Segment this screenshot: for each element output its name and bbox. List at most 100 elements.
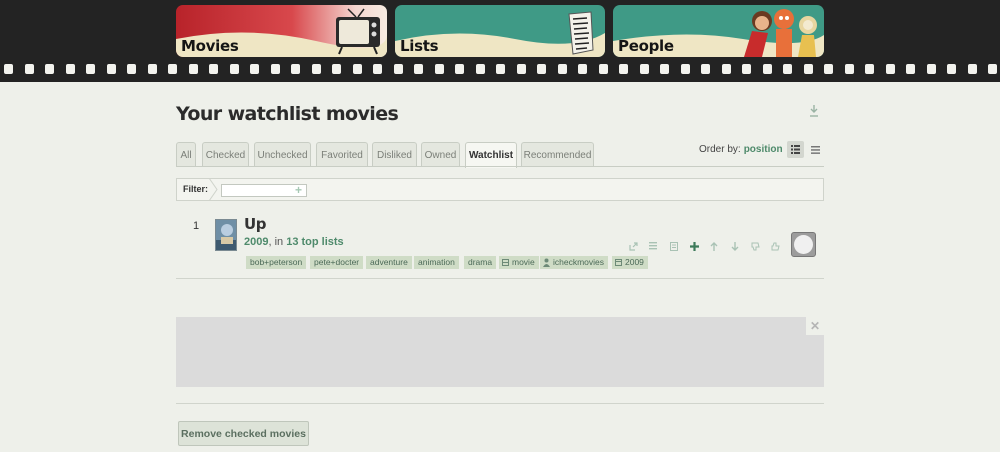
film-perforation [455,64,464,74]
row-divider [176,278,824,279]
film-perforation [475,64,485,74]
tag-bob-peterson[interactable]: bob+peterson [246,256,307,269]
film-perforation [926,64,936,74]
list-icon[interactable] [647,240,659,252]
film-perforation [4,64,13,74]
tabs-baseline [176,166,824,167]
tag-icheckmovies[interactable]: icheckmovies [540,256,609,269]
tab-label: Unchecked [257,149,308,161]
tag-pete-docter[interactable]: pete+docter [310,256,364,269]
tab-label: Checked [205,149,246,161]
movie-check-button[interactable] [791,232,816,257]
film-perforation [988,64,997,74]
movie-poster[interactable] [215,219,237,251]
tag-drama[interactable]: drama [464,256,497,269]
move-down-icon[interactable] [729,240,741,252]
tab-label: Owned [424,149,457,161]
film-perforation [762,64,772,74]
dislike-icon[interactable] [749,240,761,252]
poster-image [216,220,236,250]
nav-tab-people[interactable]: People [613,5,824,57]
movie-year-link[interactable]: 2009 [244,236,268,248]
film-perforation [291,64,300,74]
add-filter-icon[interactable]: + [295,183,302,197]
film-perforation [86,64,95,74]
move-up-icon[interactable] [708,240,720,252]
film-perforation [168,64,177,74]
tab-favorited[interactable]: Favorited [316,142,368,167]
tab-checked[interactable]: Checked [202,142,249,167]
notes-icon[interactable] [668,240,680,252]
grid-view-icon [791,145,800,154]
tag-adventure[interactable]: adventure [366,256,412,269]
list-view-button[interactable] [807,141,824,158]
nav-tab-movies-label: Movies [181,37,239,55]
page-title: Your watchlist movies [176,103,399,125]
tab-disliked[interactable]: Disliked [372,142,417,167]
tab-all[interactable]: All [176,142,196,167]
tag-animation[interactable]: animation [414,256,459,269]
grid-view-button[interactable] [787,141,804,158]
film-perforation [619,64,628,74]
film-perforation [660,64,669,74]
people-group-icon [744,9,817,57]
filter-arrow-icon [209,178,218,201]
tab-label: Favorited [321,149,363,161]
film-perforation [516,64,526,74]
check-circle-icon [794,235,813,254]
film-perforation [127,64,136,74]
calendar-icon [615,259,622,266]
film-perforation [209,64,218,74]
remove-checked-button[interactable]: Remove checked movies [178,421,309,446]
nav-tab-movies[interactable]: Movies [176,5,387,57]
user-icon [543,258,550,267]
film-perforation [434,64,444,74]
film-perforation [803,64,813,74]
order-by-label: Order by: [699,144,741,155]
like-icon[interactable] [769,240,781,252]
top-lists-link[interactable]: 13 top lists [286,236,343,248]
order-by-value[interactable]: position [744,144,783,155]
film-perforation [844,64,854,74]
list-view-icon [811,145,820,154]
film-perforation [373,64,382,74]
movie-meta: 2009, in 13 top lists [244,236,344,248]
film-perforation [24,64,34,74]
nav-tab-lists[interactable]: Lists [395,5,605,57]
film-perforation [578,64,587,74]
add-icon[interactable] [688,240,700,252]
tab-owned[interactable]: Owned [421,142,460,167]
tab-label: All [180,149,192,161]
film-perforation [311,64,321,74]
site-header: Movies Lists People [0,0,1000,82]
tab-recommended[interactable]: Recommended [521,142,594,167]
nav-tab-people-label: People [618,37,674,55]
film-perforations [0,64,1000,76]
download-icon[interactable] [808,104,820,118]
tab-label: Disliked [376,149,412,161]
film-perforation [865,64,874,74]
film-perforation [393,64,403,74]
film-perforation [147,64,157,74]
filter-bar: Filter: + [176,178,824,201]
tab-label: Watchlist [468,150,514,161]
film-perforation [496,64,505,74]
order-by: Order by: position [699,144,783,155]
film-perforation [229,64,239,74]
film-perforation [537,64,546,74]
tab-unchecked[interactable]: Unchecked [254,142,311,167]
close-icon[interactable]: ✕ [806,317,824,335]
film-perforation [783,64,792,74]
external-link-icon[interactable] [627,240,639,252]
filter-label: Filter: [183,184,209,194]
tab-watchlist[interactable]: Watchlist [465,142,517,168]
film-perforation [885,64,895,74]
film-perforation [701,64,710,74]
film-perforation [270,64,280,74]
film-perforation [106,64,116,74]
film-perforation [742,64,751,74]
movie-rank: 1 [193,220,200,232]
movie-title[interactable]: Up [244,215,267,233]
ad-placeholder [176,317,824,387]
film-perforation [824,64,833,74]
